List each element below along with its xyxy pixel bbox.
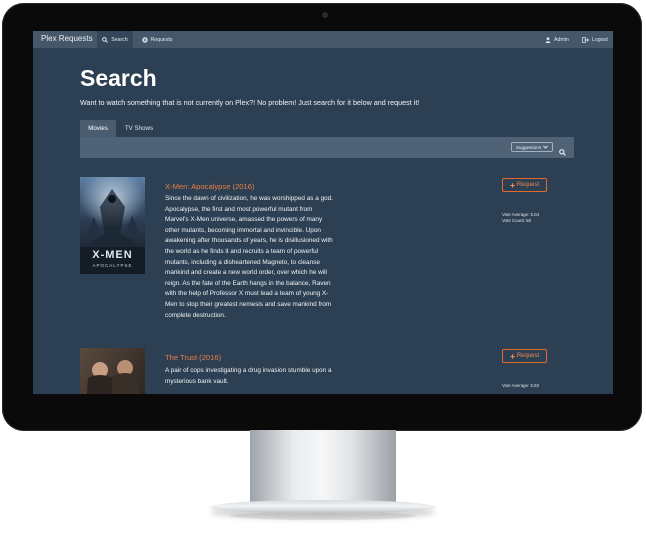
overview-line: with the help of Professor X must lead a… [165,290,329,298]
poster-image [80,348,145,394]
request-button-label: Request [516,182,540,188]
vote-count: Vote Count: 50 [502,218,532,224]
brand-link[interactable]: Plex Requests [41,34,93,43]
overview-line: the world as he finds it and recruits a … [165,247,319,255]
monitor-base [210,500,436,514]
vote-average: Vote Average: 5.92 [502,383,540,388]
nav-logout[interactable]: Logout [582,31,608,48]
search-button[interactable] [559,143,566,161]
search-icon [559,149,566,156]
request-button[interactable]: Request [502,349,547,363]
movie-overview: A pair of cops investigating a drug inva… [165,366,361,387]
overview-line: Apocalypse, the first and most powerful … [165,205,313,213]
plus-icon [510,182,515,188]
overview-line: mysterious bank vault. [165,377,229,385]
nav-admin[interactable]: Admin [545,31,569,48]
page-title: Search [80,65,157,91]
nav-search-label: Search [111,36,128,43]
nav-search[interactable]: Search [97,31,133,48]
plus-icon [510,353,515,359]
navbar: Plex Requests Search Requests Admin Logo… [33,31,613,48]
search-bar[interactable]: Suggestions [80,137,574,158]
overview-line: Men to stop their greatest nemesis and s… [165,300,332,308]
request-button[interactable]: Request [502,178,547,192]
suggestions-label: Suggestions [515,144,542,150]
overview-line: awakening after thousands of years, he i… [165,237,333,245]
poster-subtitle-text: APOCALYPSE [92,263,133,268]
overview-line: reign. As the fate of the Earth hangs in… [165,279,331,287]
request-button-label: Request [516,353,540,359]
nav-requests[interactable]: Requests [138,31,176,48]
app-screen: Plex Requests Search Requests Admin Logo… [33,31,613,394]
user-icon [545,36,551,43]
nav-logout-label: Logout [592,36,608,43]
overview-line: other mutants, becoming immortal and inv… [165,226,321,234]
movie-overview: Since the dawn of civilization, he was w… [165,194,361,321]
movie-title-link[interactable]: X-Men: Apocalypse (2016) [165,182,255,191]
poster-title-text: X-MEN [92,249,133,261]
nav-admin-label: Admin [554,36,569,43]
movie-poster[interactable]: X-MEN APOCALYPSE [80,177,145,274]
webcam [322,12,328,18]
logout-icon [582,36,589,43]
search-icon [102,36,109,43]
movie-poster[interactable] [80,348,145,394]
movie-title-link[interactable]: The Trust (2016) [165,353,221,362]
overview-line: A pair of cops investigating a drug inva… [165,367,332,374]
overview-line: mankind and create a new world order, ov… [165,269,327,277]
overview-line: Marvel's X-Men universe, amassed the pow… [165,216,323,224]
tab-movies[interactable]: Movies [80,120,116,137]
page-subtitle: Want to watch something that is not curr… [80,98,420,107]
suggestions-dropdown[interactable]: Suggestions [511,142,553,152]
overview-line: mutants, including a disheartened Magnet… [165,258,320,266]
vote-info: Vote Average: 5.04 Vote Count: 50 [502,212,539,225]
vote-info: Vote Average: 5.92 [502,383,539,389]
overview-line: Since the dawn of civilization, he was w… [165,195,334,202]
overview-line: complete destruction. [165,311,226,319]
requests-icon [141,36,148,43]
monitor-stand [250,430,396,504]
chevron-down-icon [543,145,548,149]
tab-tv-shows[interactable]: TV Shows [119,120,159,137]
nav-requests-label: Requests [150,36,173,43]
